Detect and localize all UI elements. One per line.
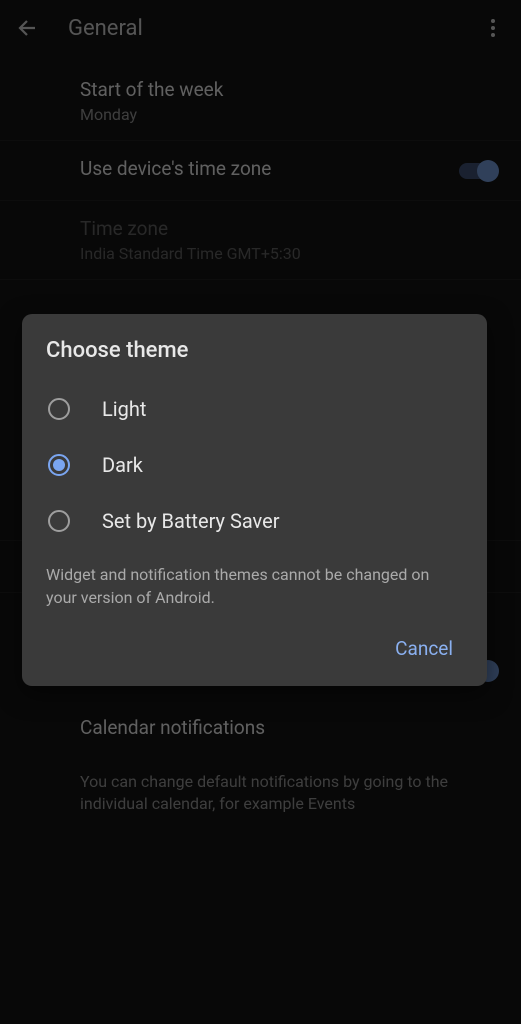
radio-icon (48, 398, 70, 420)
radio-label: Light (102, 397, 146, 421)
choose-theme-dialog: Choose theme Light Dark Set by Battery S… (22, 314, 487, 686)
cancel-button[interactable]: Cancel (381, 627, 467, 670)
theme-option-dark[interactable]: Dark (22, 437, 487, 493)
dialog-note: Widget and notification themes cannot be… (22, 549, 487, 617)
radio-icon (48, 510, 70, 532)
radio-label: Dark (102, 453, 143, 477)
theme-option-light[interactable]: Light (22, 381, 487, 437)
dialog-title: Choose theme (22, 338, 487, 381)
dialog-actions: Cancel (22, 617, 487, 674)
radio-icon (48, 454, 70, 476)
radio-label: Set by Battery Saver (102, 509, 280, 533)
theme-option-battery-saver[interactable]: Set by Battery Saver (22, 493, 487, 549)
